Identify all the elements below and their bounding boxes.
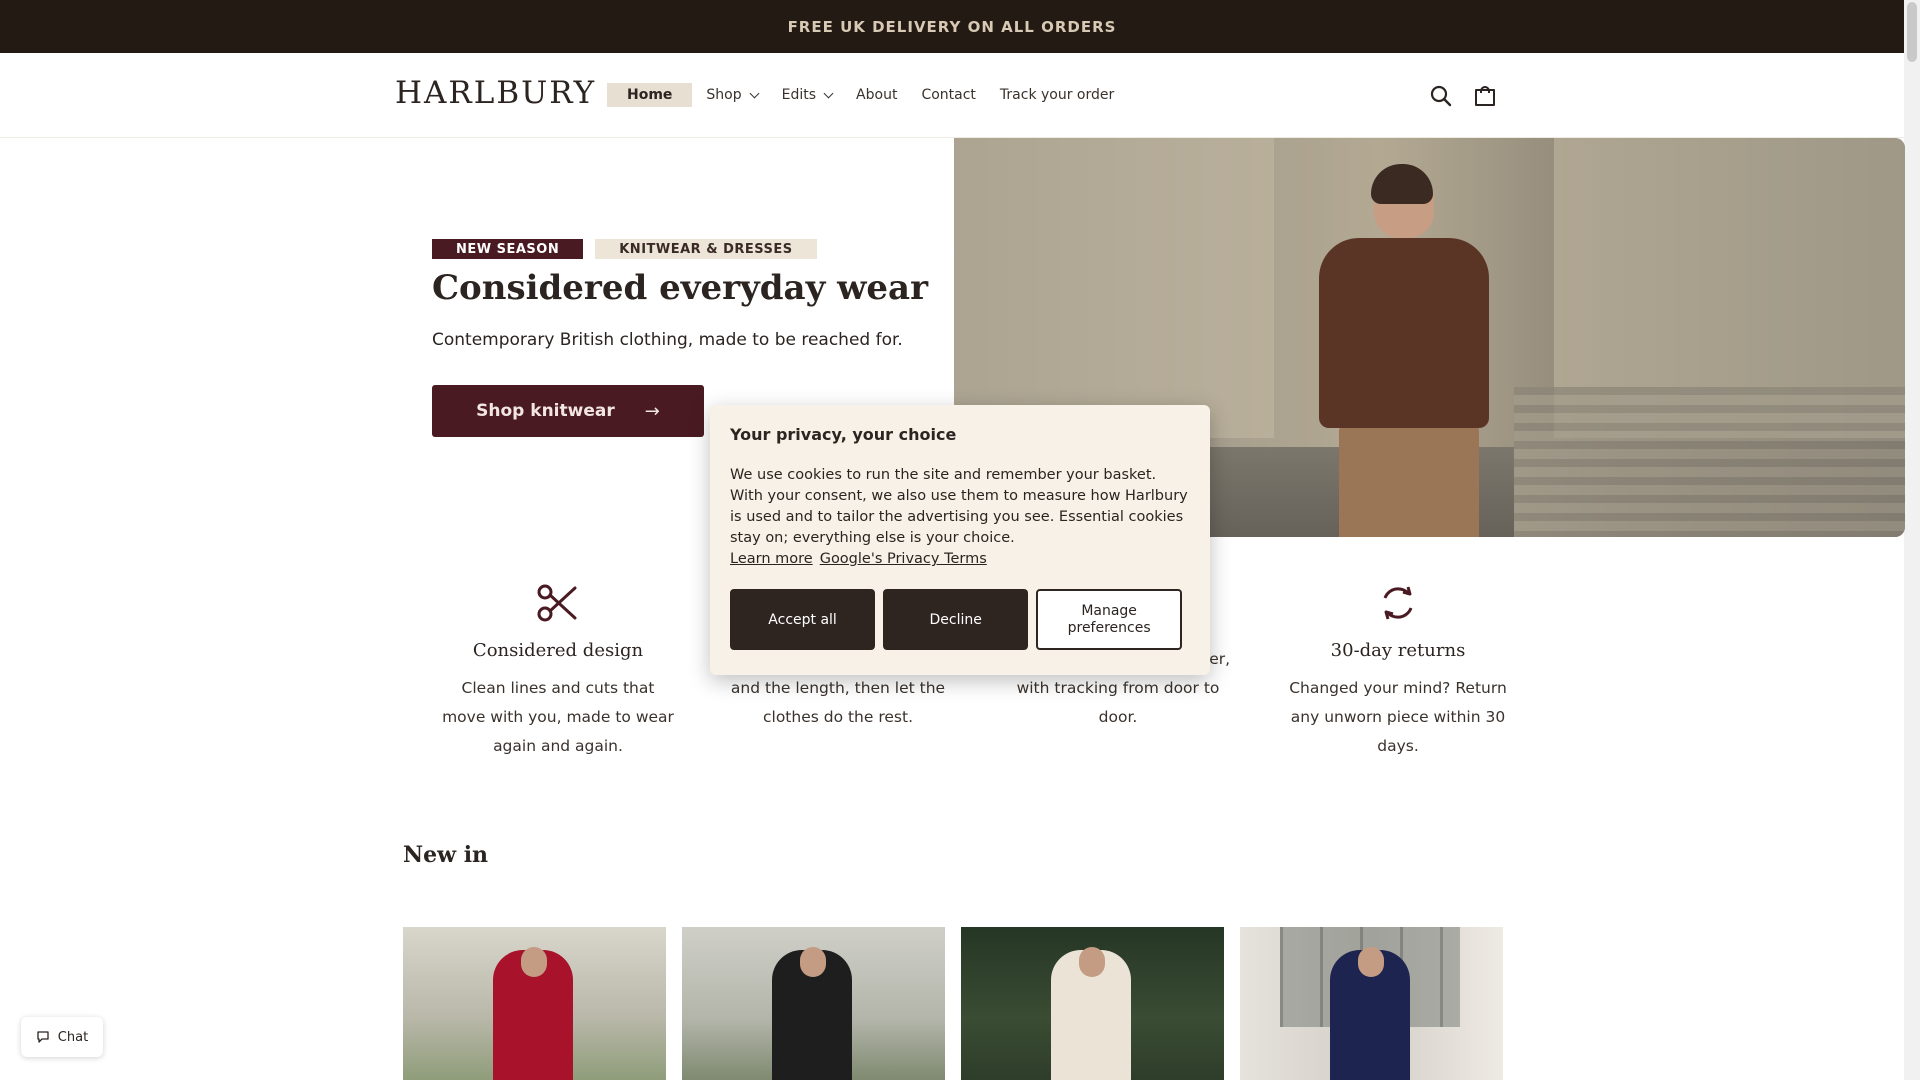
hero-model-trousers (1339, 423, 1479, 537)
badge-new-season: NEW SEASON (432, 239, 584, 259)
product-card[interactable] (682, 927, 945, 1080)
hero-model (1299, 164, 1499, 537)
feature-returns: 30-day returns Changed your mind? Return… (1258, 580, 1538, 761)
nav-edits-label: Edits (781, 87, 817, 103)
cart-icon[interactable] (1472, 83, 1498, 109)
refresh-icon (1258, 580, 1538, 632)
chat-bubble-icon (37, 1031, 49, 1043)
nav-track-order-label: Track your order (999, 87, 1115, 103)
chat-button[interactable]: Chat (21, 1017, 103, 1057)
product-model-head (521, 947, 547, 977)
manage-preferences-button[interactable]: Manage preferences (1036, 589, 1182, 650)
site-logo[interactable]: HARLBURY (395, 75, 596, 111)
nav-about[interactable]: About (856, 83, 897, 107)
search-icon[interactable] (1428, 83, 1454, 109)
product-model-head (1358, 947, 1384, 977)
accept-all-button[interactable]: Accept all (730, 589, 876, 650)
hero-model-sweater (1319, 238, 1489, 428)
cookie-consent-dialog: Your privacy, your choice We use cookies… (710, 405, 1210, 675)
hero-building-left (954, 138, 1274, 438)
product-grid (403, 927, 1519, 1080)
shop-knitwear-button[interactable]: Shop knitwear → (432, 385, 704, 437)
product-card[interactable] (403, 927, 666, 1080)
hero-model-hair (1371, 164, 1433, 204)
main-nav: Home Shop Edits About Contact Track your… (607, 83, 1138, 107)
hero-subtitle: Contemporary British clothing, made to b… (432, 330, 903, 350)
badge-knitwear-dresses: KNITWEAR & DRESSES (595, 239, 817, 259)
learn-more-link[interactable]: Learn more (730, 551, 813, 567)
hero-badges: NEW SEASON KNITWEAR & DRESSES (432, 239, 829, 259)
product-card[interactable] (961, 927, 1224, 1080)
nav-home-label: Home (627, 87, 673, 103)
feature-design: Considered design Clean lines and cuts t… (418, 580, 698, 761)
scissors-icon (418, 580, 698, 632)
feature-design-title: Considered design (472, 640, 644, 661)
product-model-head (1079, 947, 1105, 977)
google-privacy-terms-link[interactable]: Google's Privacy Terms (820, 551, 987, 567)
nav-contact[interactable]: Contact (921, 83, 975, 107)
chevron-down-icon (749, 88, 760, 98)
nav-edits[interactable]: Edits (781, 83, 834, 107)
announcement-text: FREE UK DELIVERY ON ALL ORDERS (787, 17, 1117, 36)
product-model-head (800, 947, 826, 977)
cookie-links: Learn more Google's Privacy Terms (730, 549, 1190, 570)
feature-returns-title: 30-day returns (1330, 640, 1466, 661)
feature-design-text: Clean lines and cuts that move with you,… (442, 679, 674, 755)
shop-knitwear-label: Shop knitwear (476, 401, 615, 421)
arrow-right-icon: → (644, 400, 660, 422)
product-card[interactable] (1240, 927, 1503, 1080)
cookie-buttons: Accept all Decline Manage preferences (730, 589, 1190, 650)
nav-shop-label: Shop (706, 87, 742, 103)
site-header: HARLBURY Home Shop Edits About Contact T… (0, 53, 1904, 138)
decline-button[interactable]: Decline (883, 589, 1029, 650)
nav-track-order[interactable]: Track your order (1000, 83, 1114, 107)
hero-title: Considered everyday wear (432, 268, 929, 308)
chevron-down-icon (823, 88, 834, 98)
new-in-heading: New in (403, 842, 489, 868)
nav-about-label: About (856, 87, 898, 103)
page-scrollbar[interactable] (1904, 0, 1920, 1080)
chat-label: Chat (57, 1029, 89, 1045)
announcement-bar: FREE UK DELIVERY ON ALL ORDERS (0, 0, 1904, 53)
nav-contact-label: Contact (921, 87, 976, 103)
nav-home[interactable]: Home (607, 83, 693, 107)
nav-shop[interactable]: Shop (706, 83, 760, 107)
scrollbar-thumb[interactable] (1907, 2, 1917, 62)
cookie-body: We use cookies to run the site and remem… (730, 467, 1188, 546)
feature-returns-text: Changed your mind? Return any unworn pie… (1289, 679, 1507, 755)
cookie-title: Your privacy, your choice (730, 425, 957, 444)
hero-steps (1514, 387, 1905, 537)
